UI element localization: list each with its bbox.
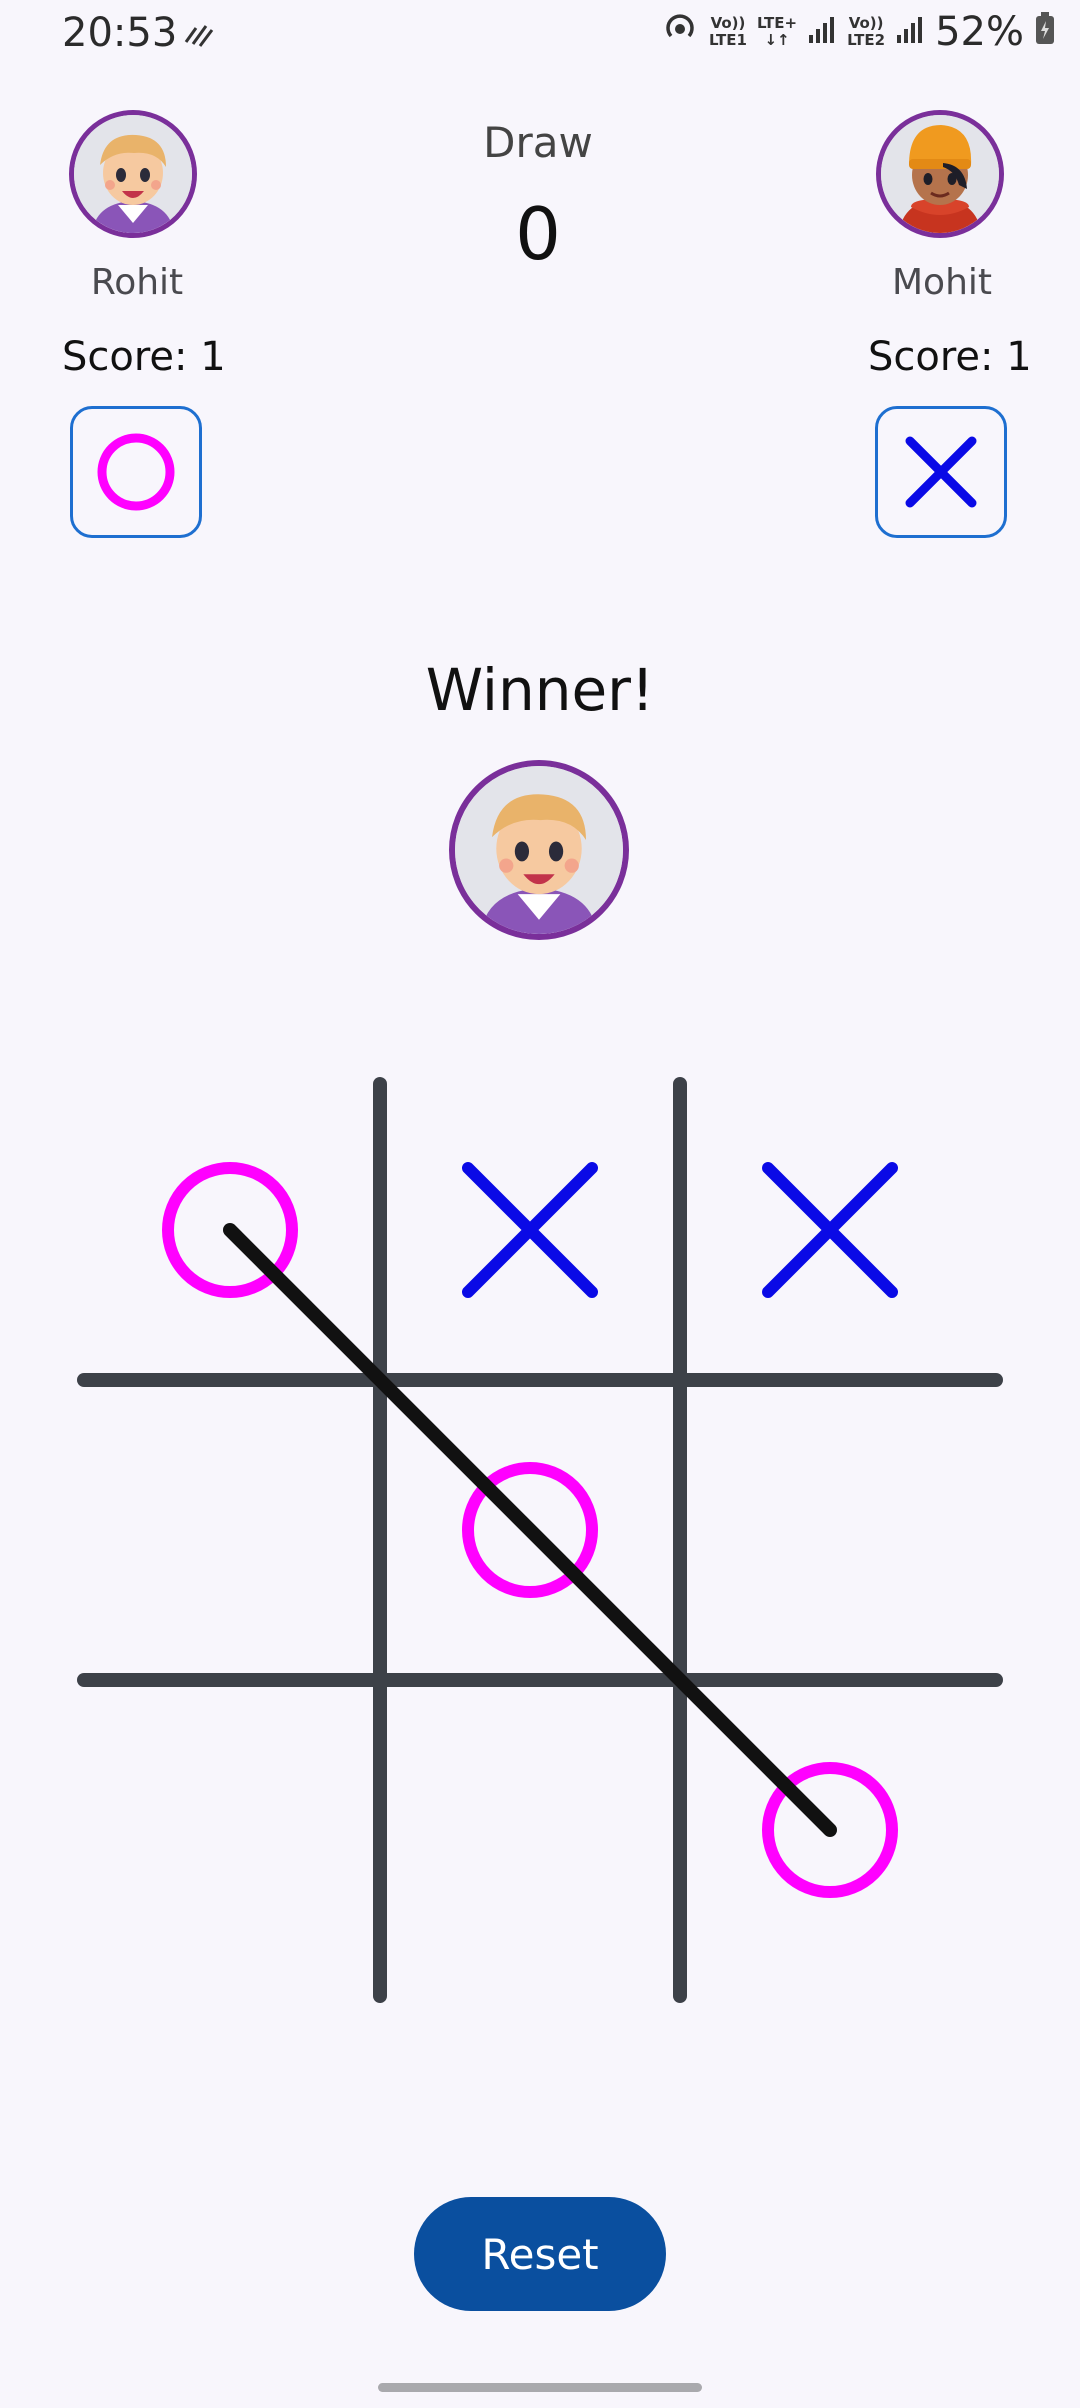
draw-count: 0 bbox=[515, 192, 561, 276]
o-mark-icon bbox=[97, 433, 175, 511]
reset-button[interactable]: Reset bbox=[414, 2197, 666, 2311]
board-cell[interactable] bbox=[680, 1380, 980, 1680]
battery-icon bbox=[1034, 9, 1056, 55]
game-board bbox=[77, 1077, 1003, 2003]
status-right: Vo)) LTE1 LTE+ ↓↑ Vo)) LTE2 52% bbox=[661, 8, 1056, 56]
activity-icon bbox=[182, 20, 216, 54]
result-title: Winner! bbox=[425, 656, 655, 724]
hotspot-icon bbox=[661, 8, 699, 56]
player-right-mark-box bbox=[875, 406, 1007, 538]
board-cell[interactable] bbox=[380, 1680, 680, 1980]
player-right-score: Score: 1 bbox=[868, 334, 1032, 380]
board-cell[interactable] bbox=[80, 1380, 380, 1680]
signal-icon bbox=[807, 9, 837, 55]
player-left-name: Rohit bbox=[90, 262, 184, 303]
status-time: 20:53 bbox=[62, 10, 178, 56]
player-left-avatar bbox=[69, 110, 197, 238]
draw-label: Draw bbox=[483, 118, 593, 167]
board-cell[interactable] bbox=[80, 1680, 380, 1980]
battery-text: 52% bbox=[935, 9, 1024, 55]
player-right-avatar bbox=[876, 110, 1004, 238]
network-2: LTE+ ↓↑ bbox=[756, 14, 798, 49]
home-indicator[interactable] bbox=[378, 2383, 702, 2392]
player-left-mark-box bbox=[70, 406, 202, 538]
player-right-name: Mohit bbox=[891, 262, 993, 303]
network-3: Vo)) LTE2 bbox=[847, 14, 886, 49]
x-mark-icon bbox=[905, 436, 977, 508]
player-left-score: Score: 1 bbox=[62, 334, 226, 380]
winner-avatar bbox=[449, 760, 629, 940]
signal-icon-2 bbox=[895, 9, 925, 55]
status-bar: 20:53 Vo)) LTE1 LTE+ ↓↑ Vo)) LTE2 52% bbox=[0, 0, 1080, 72]
network-1: Vo)) LTE1 bbox=[708, 14, 747, 49]
